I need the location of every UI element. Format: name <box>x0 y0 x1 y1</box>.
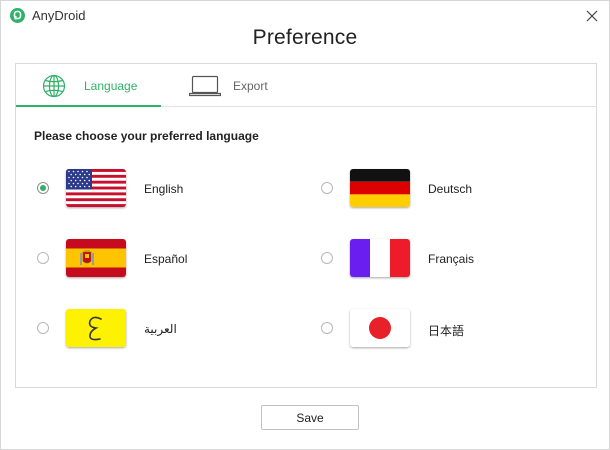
preference-window: AnyDroid Preference Language Export Plea… <box>0 0 610 450</box>
radio-japanese[interactable] <box>321 322 333 334</box>
language-option-english[interactable]: English <box>37 169 237 209</box>
close-icon <box>586 10 598 22</box>
spain-flag-icon <box>66 239 126 277</box>
page-title: Preference <box>252 26 358 49</box>
language-label-english: English <box>144 182 184 196</box>
globe-icon <box>42 74 66 98</box>
language-label-deutsch: Deutsch <box>428 182 473 196</box>
tab-export[interactable]: Export <box>184 64 294 106</box>
radio-francais[interactable] <box>321 252 333 264</box>
anydroid-logo-icon <box>10 8 25 23</box>
tab-language[interactable]: Language <box>16 64 161 107</box>
germany-flag-icon <box>350 169 410 207</box>
laptop-icon <box>189 75 221 97</box>
language-label-espanol: Español <box>144 252 188 266</box>
save-button[interactable]: Save <box>261 405 359 430</box>
us-flag-icon <box>66 169 126 207</box>
radio-espanol[interactable] <box>37 252 49 264</box>
france-flag-icon <box>350 239 410 277</box>
tab-language-label: Language <box>84 79 138 93</box>
language-label-francais: Français <box>428 252 475 266</box>
app-name: AnyDroid <box>32 8 86 23</box>
radio-english[interactable] <box>37 182 49 194</box>
radio-deutsch[interactable] <box>321 182 333 194</box>
language-prompt: Please choose your preferred language <box>34 129 259 143</box>
language-option-deutsch[interactable]: Deutsch <box>321 169 521 209</box>
close-button[interactable] <box>581 5 603 27</box>
language-option-arabic[interactable]: العربية <box>37 309 237 349</box>
preference-panel: Language Export Please choose your prefe… <box>15 63 597 388</box>
radio-arabic[interactable] <box>37 322 49 334</box>
tab-bar: Language Export <box>16 64 596 107</box>
language-option-japanese[interactable]: 日本語 <box>321 309 521 349</box>
language-option-espanol[interactable]: Español <box>37 239 237 279</box>
tab-export-label: Export <box>233 79 268 93</box>
arabic-flag-icon <box>66 309 126 347</box>
japan-flag-icon <box>350 309 410 347</box>
language-label-arabic: العربية <box>144 322 177 336</box>
language-option-francais[interactable]: Français <box>321 239 521 279</box>
language-label-japanese: 日本語 <box>428 324 465 338</box>
